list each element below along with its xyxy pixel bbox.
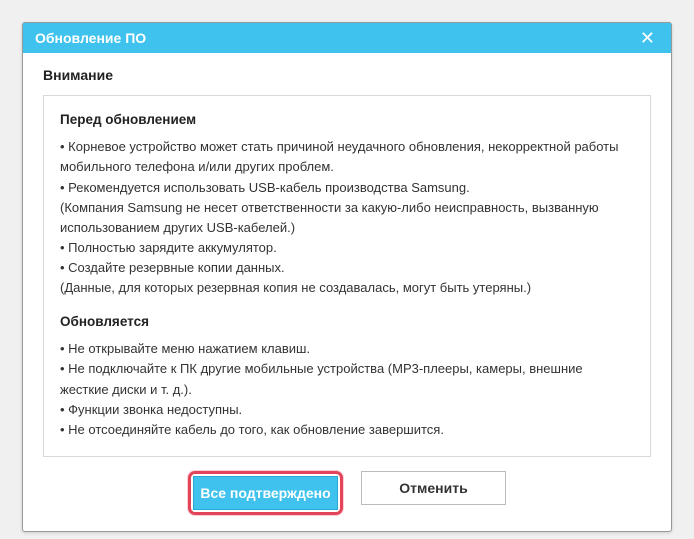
info-line: • Рекомендуется использовать USB-кабель … <box>60 178 634 198</box>
info-line: • Не открывайте меню нажатием клавиш. <box>60 339 634 359</box>
dialog-content: Внимание Перед обновлением • Корневое ус… <box>23 53 671 531</box>
close-icon[interactable]: ✕ <box>636 28 659 49</box>
dialog-title: Обновление ПО <box>35 30 636 46</box>
section-before-heading: Перед обновлением <box>60 110 634 131</box>
highlight-annotation: Все подтверждено <box>188 471 343 515</box>
info-line: • Создайте резервные копии данных. <box>60 258 634 278</box>
titlebar: Обновление ПО ✕ <box>23 23 671 53</box>
info-line: (Данные, для которых резервная копия не … <box>60 278 634 298</box>
info-box: Перед обновлением • Корневое устройство … <box>43 95 651 457</box>
info-line: • Корневое устройство может стать причин… <box>60 137 634 177</box>
button-row: Все подтверждено Отменить <box>43 457 651 521</box>
section-during-heading: Обновляется <box>60 312 634 333</box>
attention-heading: Внимание <box>43 67 651 83</box>
info-line: • Не отсоединяйте кабель до того, как об… <box>60 420 634 440</box>
info-line: • Полностью зарядите аккумулятор. <box>60 238 634 258</box>
confirm-button[interactable]: Все подтверждено <box>193 476 338 510</box>
cancel-button[interactable]: Отменить <box>361 471 506 505</box>
info-line: • Не подключайте к ПК другие мобильные у… <box>60 359 634 399</box>
info-line: (Компания Samsung не несет ответственнос… <box>60 198 634 238</box>
update-dialog: Обновление ПО ✕ Внимание Перед обновлени… <box>22 22 672 532</box>
info-line: • Функции звонка недоступны. <box>60 400 634 420</box>
